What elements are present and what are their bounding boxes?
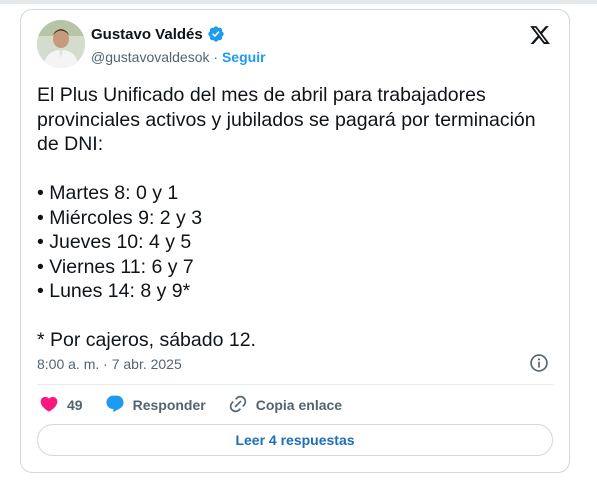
timestamp[interactable]: 8:00 a. m. · 7 abr. 2025: [37, 356, 182, 372]
tweet-line: * Por cajeros, sábado 12.: [37, 329, 256, 351]
avatar[interactable]: [37, 20, 85, 68]
top-border: [0, 0, 597, 4]
author-name-row[interactable]: Gustavo Valdés: [91, 25, 225, 43]
tweet-line: • Martes 8: 0 y 1: [37, 182, 179, 204]
link-icon: [228, 394, 248, 417]
reply-button[interactable]: Responder: [105, 394, 206, 417]
separator: ·: [209, 49, 222, 65]
action-bar: 49 Responder Copia enlace: [39, 393, 364, 417]
heart-icon: [39, 394, 59, 417]
copy-link-label: Copia enlace: [255, 397, 343, 413]
reply-label: Responder: [132, 397, 206, 413]
author-handle[interactable]: @gustavovaldesok: [91, 49, 210, 65]
tweet-line: • Viernes 11: 6 y 7: [37, 255, 194, 278]
x-logo-icon[interactable]: [529, 24, 551, 46]
follow-button[interactable]: Seguir: [222, 49, 266, 65]
likes-count: 49: [67, 397, 83, 413]
author-name[interactable]: Gustavo Valdés: [91, 26, 203, 43]
copy-link-button[interactable]: Copia enlace: [228, 394, 342, 417]
tweet-line: • Miércoles 9: 2 y 3: [37, 206, 203, 229]
tweet-line: El Plus Unificado del mes de abril para …: [37, 84, 536, 155]
tweet-line: • Lunes 14: 8 y 9*: [37, 280, 191, 302]
tweet-card: Gustavo Valdés @gustavovaldesok · Seguir…: [20, 9, 570, 473]
tweet-line: • Jueves 10: 4 y 5: [37, 231, 192, 253]
tweet-text: El Plus Unificado del mes de abril para …: [37, 83, 557, 353]
read-replies-button[interactable]: Leer 4 respuestas: [37, 424, 553, 456]
verified-badge-icon: [207, 25, 225, 43]
divider: [37, 384, 553, 385]
speech-bubble-icon: [105, 394, 125, 417]
handle-row: @gustavovaldesok · Seguir: [91, 49, 266, 65]
like-button[interactable]: 49: [39, 394, 83, 417]
info-icon[interactable]: [529, 353, 549, 373]
